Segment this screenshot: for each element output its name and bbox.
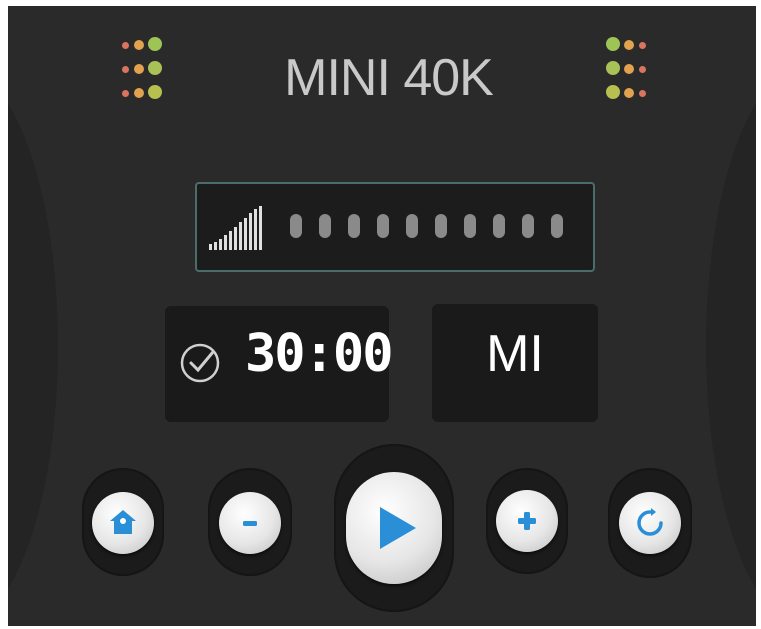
meter-dot: [464, 214, 476, 238]
meter-dot: [522, 214, 534, 238]
reset-button-socket: [608, 468, 692, 578]
play-icon: [380, 507, 416, 549]
increase-button-socket: [486, 468, 568, 574]
refresh-icon: [637, 508, 663, 536]
unit-label: MI: [486, 325, 544, 383]
left-side-panel: [8, 66, 58, 626]
decrease-button[interactable]: [219, 492, 281, 554]
minus-icon: [243, 521, 257, 526]
play-button-socket: [334, 444, 454, 612]
timer-value: 30:00: [245, 324, 394, 384]
unit-display[interactable]: MI: [432, 304, 598, 422]
signal-bars-icon: [207, 204, 267, 250]
intensity-meter: [195, 182, 595, 272]
home-icon: [110, 510, 136, 534]
decrease-button-socket: [208, 468, 292, 576]
plus-icon: [518, 512, 536, 530]
meter-dot: [406, 214, 418, 238]
meter-dot: [551, 214, 563, 238]
meter-dot: [290, 214, 302, 238]
home-button-socket: [82, 468, 164, 576]
meter-dot: [493, 214, 505, 238]
meter-dot: [319, 214, 331, 238]
device-panel: MINI 40K 30:00 MI: [8, 6, 756, 626]
increase-button[interactable]: [496, 490, 558, 552]
check-circle-icon: [180, 343, 220, 383]
timer-display: 30:00: [165, 306, 394, 422]
right-side-panel: [706, 66, 756, 626]
meter-dot: [348, 214, 360, 238]
device-title: MINI 40K: [284, 49, 494, 107]
home-button[interactable]: [92, 492, 154, 554]
meter-dot: [435, 214, 447, 238]
play-button[interactable]: [346, 472, 442, 584]
meter-dot: [377, 214, 389, 238]
reset-button[interactable]: [619, 492, 681, 554]
